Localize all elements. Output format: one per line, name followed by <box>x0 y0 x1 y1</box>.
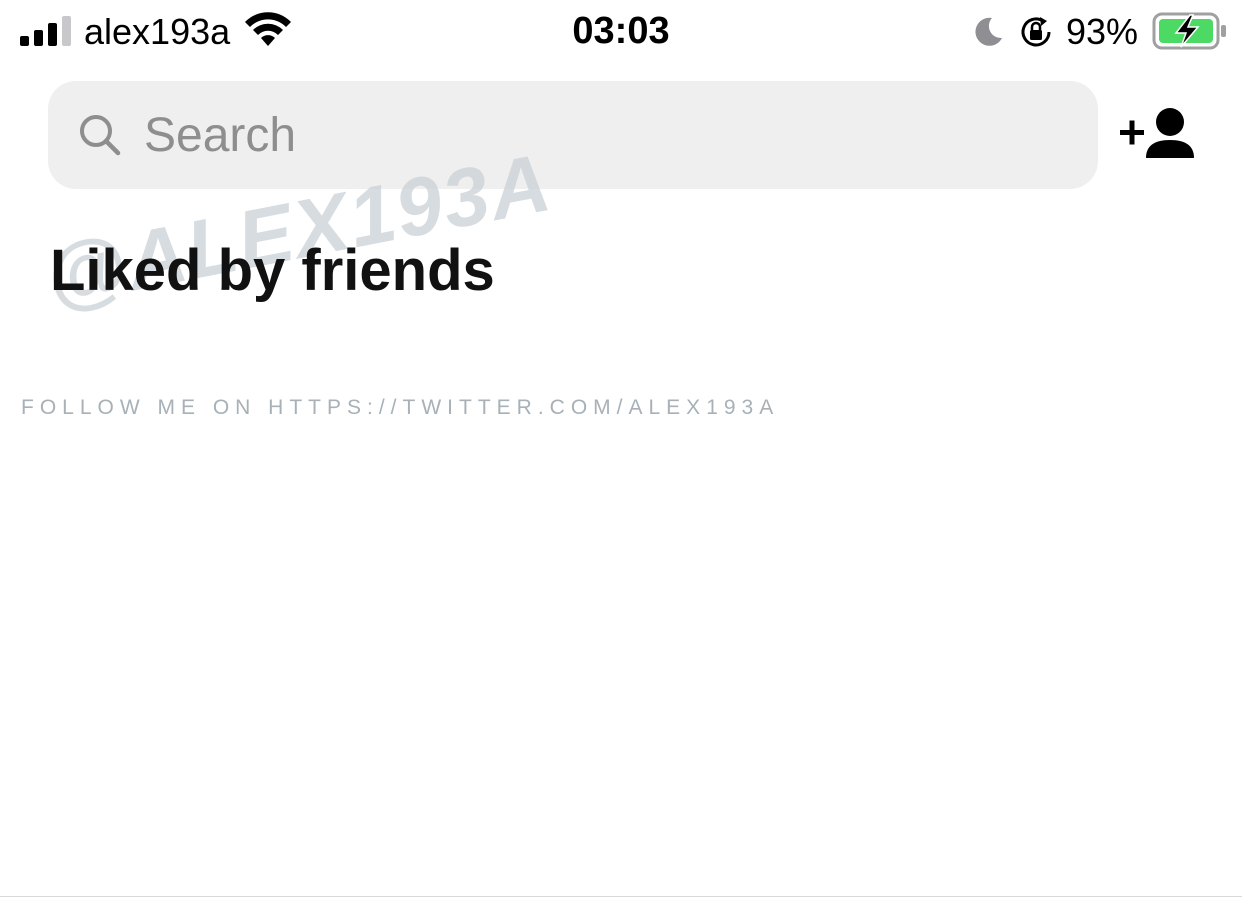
carrier-name: alex193a <box>84 11 231 52</box>
search-input[interactable] <box>144 105 1044 165</box>
status-bar: alex193a 03:03 93% <box>0 0 1242 64</box>
search-bar[interactable] <box>48 81 1098 189</box>
add-friend-icon <box>1118 106 1198 164</box>
section-title: Liked by friends <box>50 238 495 303</box>
search-icon <box>78 113 122 157</box>
divider <box>0 896 1242 897</box>
battery-charging-icon <box>1152 12 1228 50</box>
clock-time: 03:03 <box>572 10 670 52</box>
rotation-lock-icon <box>1018 14 1054 50</box>
signal-icon <box>18 14 72 46</box>
wifi-icon <box>244 12 292 48</box>
moon-icon <box>972 16 1004 48</box>
add-friend-button[interactable] <box>1118 106 1198 164</box>
watermark-follow-text: FOLLOW ME ON HTTPS://TWITTER.COM/ALEX193… <box>21 396 780 419</box>
battery-percentage: 93% <box>1066 11 1139 52</box>
